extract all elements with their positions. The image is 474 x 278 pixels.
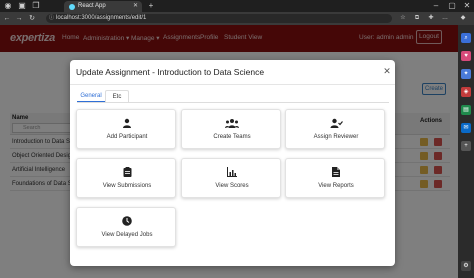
card-label: View Submissions xyxy=(102,183,152,189)
close-icon[interactable]: ✕ xyxy=(382,66,392,76)
outlook-icon[interactable]: ✉ xyxy=(461,123,471,133)
minimize-icon[interactable]: – xyxy=(430,0,442,12)
profile-icon[interactable]: ◉ xyxy=(2,0,14,12)
user-check-icon xyxy=(286,118,386,128)
view-reports-button[interactable]: View Reports xyxy=(285,158,385,198)
card-label: Assign Reviewer xyxy=(313,134,359,140)
edge-sidebar: ⌕ ♥ ✦ ◈ ▤ ✉ + ⚙ xyxy=(458,25,474,278)
address-bar: ← → ↻ ⓘ localhost:3000/assignments/edit/… xyxy=(0,12,474,25)
favorites-icon[interactable]: ☆ xyxy=(398,12,408,25)
games-icon[interactable]: ◈ xyxy=(461,87,471,97)
settings-menu-icon[interactable]: … xyxy=(440,12,450,25)
bar-chart-icon xyxy=(182,167,282,177)
people-group-icon xyxy=(182,118,282,128)
browser-tab-bar: ◉ ▣ ❐ React App ✕ + – ▢ ✕ xyxy=(0,0,474,12)
tab-etc[interactable]: Etc xyxy=(105,90,129,102)
web-page: expertiza Home Administration ▾ Manage ▾… xyxy=(0,25,458,278)
sidebar-settings-icon[interactable]: ⚙ xyxy=(461,261,471,271)
modal-divider xyxy=(70,84,395,85)
add-participant-button[interactable]: Add Participant xyxy=(76,109,176,149)
add-sidebar-icon[interactable]: + xyxy=(461,141,471,151)
clipboard-icon xyxy=(77,167,177,177)
view-submissions-button[interactable]: View Submissions xyxy=(76,158,176,198)
document-icon xyxy=(286,167,386,177)
url-text: localhost:3000/assignments/edit/1 xyxy=(56,15,147,21)
assign-reviewer-button[interactable]: Assign Reviewer xyxy=(285,109,385,149)
view-scores-button[interactable]: View Scores xyxy=(181,158,281,198)
card-label: Create Teams xyxy=(213,134,251,140)
card-label: View Delayed Jobs xyxy=(101,232,153,238)
copilot-icon[interactable]: ◆ xyxy=(458,12,468,25)
tools-icon[interactable]: ✦ xyxy=(461,69,471,79)
tabs-divider xyxy=(77,102,389,103)
back-icon[interactable]: ← xyxy=(2,12,12,25)
update-assignment-modal: Update Assignment - Introduction to Data… xyxy=(70,60,395,266)
tab-general[interactable]: General xyxy=(77,90,105,102)
site-info-icon[interactable]: ⓘ xyxy=(49,14,54,23)
maximize-icon[interactable]: ▢ xyxy=(446,0,458,12)
workspaces-icon[interactable]: ▣ xyxy=(16,0,28,12)
browser-tab[interactable]: React App ✕ xyxy=(64,1,142,12)
shopping-icon[interactable]: ♥ xyxy=(461,51,471,61)
modal-title: Update Assignment - Introduction to Data… xyxy=(76,67,265,77)
card-label: Add Participant xyxy=(106,134,148,140)
close-window-icon[interactable]: ✕ xyxy=(461,0,473,12)
forward-icon[interactable]: → xyxy=(14,12,24,25)
react-favicon-icon xyxy=(69,4,75,10)
office-icon[interactable]: ▤ xyxy=(461,105,471,115)
clock-icon xyxy=(77,216,177,226)
create-teams-button[interactable]: Create Teams xyxy=(181,109,281,149)
search-sidebar-icon[interactable]: ⌕ xyxy=(461,33,471,43)
url-field[interactable]: ⓘ localhost:3000/assignments/edit/1 xyxy=(46,14,392,23)
collections-icon[interactable]: ⧉ xyxy=(412,12,422,25)
refresh-icon[interactable]: ↻ xyxy=(27,12,37,25)
person-icon xyxy=(77,118,177,128)
new-tab-button[interactable]: + xyxy=(146,0,156,12)
tab-title: React App xyxy=(78,3,106,9)
card-label: View Scores xyxy=(215,183,249,189)
view-delayed-jobs-button[interactable]: View Delayed Jobs xyxy=(76,207,176,247)
close-tab-icon[interactable]: ✕ xyxy=(133,1,138,12)
tab-actions-icon[interactable]: ❐ xyxy=(30,0,42,12)
card-label: View Reports xyxy=(318,183,354,189)
extensions-icon[interactable]: ✚ xyxy=(426,12,436,25)
